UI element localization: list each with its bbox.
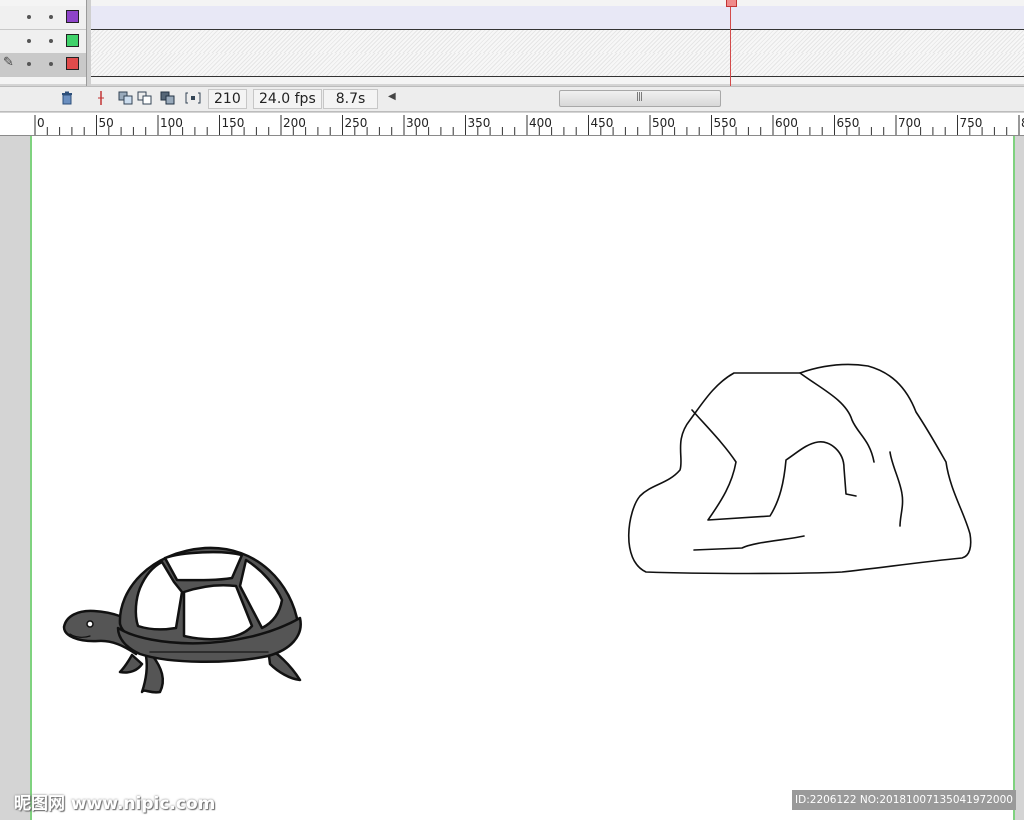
ruler-label: 450 [591,116,614,130]
rock-drawing[interactable] [627,363,972,575]
ruler-label: 150 [222,116,245,130]
layer-outline-color[interactable] [66,34,79,47]
layer-row-1[interactable] [0,6,1024,30]
watermark-site: 昵图网 www.nipic.com [14,794,216,814]
timeline-scrollbar-thumb[interactable]: ||| [559,90,721,107]
ruler-label: 550 [714,116,737,130]
layer-outline-color[interactable] [66,57,79,70]
modify-onion-markers-icon[interactable] [185,90,201,106]
visibility-dot[interactable] [27,15,31,19]
layer-frames-2[interactable] [90,30,1024,54]
current-frame-field: 210 [208,89,247,109]
playhead[interactable] [730,0,731,88]
stage-artwork [62,363,972,694]
ruler-scale: 0 50 100 150 200 250 300 350 400 450 500 550 600 650 7… [34,115,1024,135]
frame-rate-field[interactable]: 24.0 fps [253,89,322,109]
ruler-label: 0 [37,116,45,130]
ruler-label: 700 [898,116,921,130]
ruler-label: 600 [775,116,798,130]
layer-outline-color[interactable] [66,10,79,23]
ruler-label: 650 [837,116,860,130]
ruler-label: 250 [345,116,368,130]
lock-dot[interactable] [49,39,53,43]
ruler-label: 300 [406,116,429,130]
trash-icon[interactable] [59,90,75,106]
ruler-label: 50 [99,116,114,130]
elapsed-time-field: 8.7s [323,89,378,109]
layer-header-1[interactable] [0,6,88,30]
onion-skin-outline-icon[interactable] [137,90,153,106]
center-frame-icon[interactable] [93,90,109,106]
ruler-label: 400 [529,116,552,130]
edit-multiple-frames-icon[interactable] [160,90,176,106]
scroll-left-arrow-icon[interactable]: ◀ [388,91,396,102]
layer-header-3[interactable]: ✎ [0,53,88,77]
visibility-dot[interactable] [27,39,31,43]
timeline-panel: ✎ [0,0,1024,108]
pencil-icon: ✎ [3,55,14,70]
visibility-dot[interactable] [27,62,31,66]
ruler-label: 200 [283,116,306,130]
layer-frames-3[interactable] [90,53,1024,77]
layer-header-2[interactable] [0,30,88,54]
layer-row-2[interactable] [0,30,1024,54]
layer-frames-1[interactable] [90,6,1024,30]
lock-dot[interactable] [49,15,53,19]
ruler-label: 350 [468,116,491,130]
ruler-label: 500 [652,116,675,130]
lock-dot[interactable] [49,62,53,66]
ruler-label: 750 [960,116,983,130]
horizontal-ruler: 0 50 100 150 200 250 300 350 400 450 500 550 600 650 7… [0,113,1024,136]
playhead-handle[interactable] [726,0,737,7]
watermark-id: ID:2206122 NO:20181007135041972000 [792,790,1016,810]
timeline-status-bar: 210 24.0 fps 8.7s ◀ ||| [0,86,1024,112]
ruler-label: 100 [160,116,183,130]
layer-row-3[interactable]: ✎ [0,53,1024,77]
onion-skin-icon[interactable] [118,90,134,106]
grip-icon: ||| [636,92,643,102]
turtle-drawing[interactable] [62,546,302,694]
